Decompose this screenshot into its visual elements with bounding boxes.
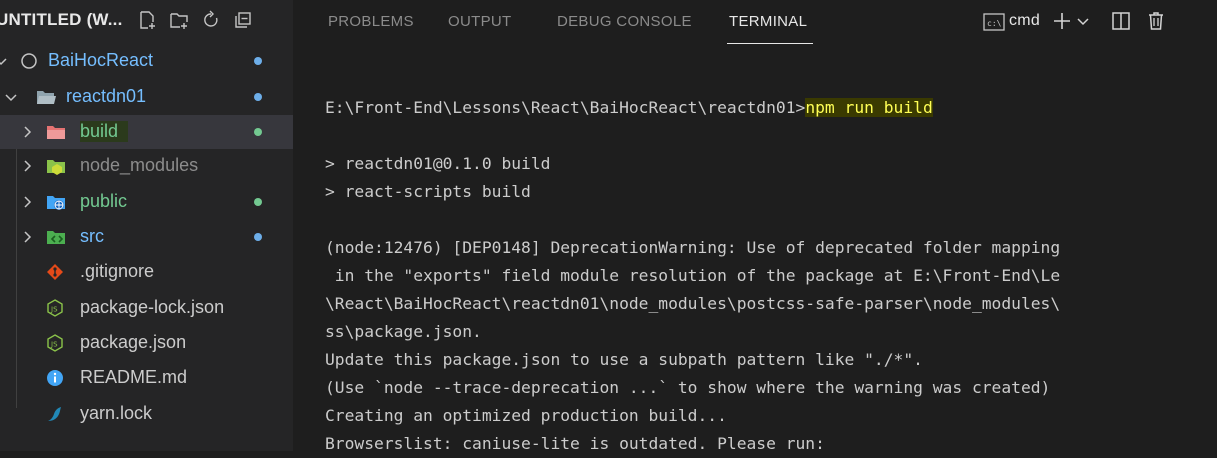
modified-dot — [254, 57, 262, 65]
terminal-command: npm run build — [805, 98, 933, 117]
trash-icon[interactable] — [1146, 11, 1166, 31]
terminal-line: in the "exports" field module resolution… — [325, 266, 1061, 285]
chevron-down-icon[interactable] — [0, 54, 8, 68]
terminal-output[interactable]: E:\Front-End\Lessons\React\BaiHocReact\r… — [325, 94, 1060, 458]
modified-dot — [254, 93, 262, 101]
terminal-line: > react-scripts build — [325, 182, 531, 201]
tab-output[interactable]: OUTPUT — [448, 13, 511, 30]
tree-item-label: build — [80, 121, 129, 142]
tree-item-yarn-lock[interactable]: yarn.lock — [0, 397, 293, 431]
new-file-icon[interactable] — [137, 10, 157, 30]
tree-item-readme[interactable]: README.md — [0, 361, 293, 395]
tree-item-label: reactdn01 — [66, 86, 147, 106]
modified-dot — [254, 233, 262, 241]
chevron-right-icon[interactable] — [20, 195, 34, 209]
nodejs-icon: JS — [47, 334, 63, 352]
node-folder-icon — [47, 160, 65, 175]
collapse-all-icon[interactable] — [233, 10, 253, 30]
tree-item-label: public — [80, 191, 128, 211]
svg-text:JS: JS — [50, 341, 58, 349]
build-folder-icon — [47, 126, 65, 139]
tree-item-label: package.json — [80, 332, 187, 352]
bottom-panel: PROBLEMS OUTPUT DEBUG CONSOLE TERMINAL c… — [293, 0, 1217, 453]
modified-dot — [254, 128, 262, 136]
explorer-sidebar: UNTITLED (W... BaiHocReact reactdn01 bui… — [0, 0, 293, 451]
svg-text:JS: JS — [50, 306, 58, 314]
public-folder-icon — [47, 196, 65, 210]
tree-item-label: .gitignore — [80, 261, 155, 281]
yarn-icon — [48, 407, 61, 421]
git-icon — [47, 264, 63, 280]
active-tab-indicator — [727, 43, 813, 44]
chevron-down-icon[interactable] — [1076, 11, 1090, 31]
chevron-right-icon[interactable] — [20, 230, 34, 244]
tree-item-gitignore[interactable]: .gitignore — [0, 255, 293, 289]
explorer-header: UNTITLED (W... — [0, 0, 293, 40]
chevron-right-icon[interactable] — [20, 159, 34, 173]
terminal-line: (Use `node --trace-deprecation ...` to s… — [325, 378, 1051, 397]
tree-item-label: src — [80, 226, 104, 246]
tree-item-src[interactable]: src — [0, 220, 293, 254]
tree-item-node-modules[interactable]: node_modules — [0, 149, 293, 183]
modified-dot — [254, 198, 262, 206]
tab-problems[interactable]: PROBLEMS — [328, 13, 414, 30]
explorer-actions — [137, 10, 253, 30]
tree-item-build[interactable]: build — [0, 115, 293, 149]
add-terminal-icon[interactable] — [1052, 11, 1072, 31]
panel-tabs: PROBLEMS OUTPUT DEBUG CONSOLE TERMINAL c… — [293, 0, 1217, 44]
terminal-line: Creating an optimized production build..… — [325, 406, 727, 425]
tree-item-label: README.md — [80, 367, 188, 387]
split-terminal-icon[interactable] — [1111, 11, 1131, 31]
src-folder-icon — [47, 231, 65, 244]
tab-debug-console[interactable]: DEBUG CONSOLE — [557, 13, 692, 30]
tree-item-package-lock[interactable]: JS package-lock.json — [0, 291, 293, 325]
root-folder-icon — [21, 53, 37, 69]
terminal-profile-label[interactable]: cmd — [1009, 12, 1040, 30]
tab-terminal[interactable]: TERMINAL — [729, 13, 807, 30]
terminal-cmd-icon: c:\ — [983, 13, 1005, 31]
tree-item-baihocreact[interactable]: BaiHocReact — [0, 44, 293, 78]
tree-item-reactdn01[interactable]: reactdn01 — [0, 80, 293, 114]
terminal-line: \React\BaiHocReact\reactdn01\node_module… — [325, 294, 1061, 313]
folder-open-icon — [37, 91, 56, 104]
terminal-line: (node:12476) [DEP0148] DeprecationWarnin… — [325, 238, 1061, 257]
tree-item-package-json[interactable]: JS package.json — [0, 326, 293, 360]
terminal-line: ss\package.json. — [325, 322, 482, 341]
terminal-line: > reactdn01@0.1.0 build — [325, 154, 551, 173]
svg-text:c:\: c:\ — [987, 19, 1002, 28]
tree-item-label: yarn.lock — [80, 403, 153, 423]
terminal-line: Browserslist: caniuse-lite is outdated. … — [325, 434, 825, 453]
chevron-down-icon[interactable] — [4, 90, 18, 104]
tree-item-label: node_modules — [80, 155, 199, 175]
tree-item-label: package-lock.json — [80, 297, 225, 317]
chevron-right-icon[interactable] — [20, 125, 34, 139]
terminal-prompt: E:\Front-End\Lessons\React\BaiHocReact\r… — [325, 98, 806, 117]
info-icon — [47, 370, 63, 386]
tree-item-public[interactable]: public — [0, 185, 293, 219]
new-folder-icon[interactable] — [169, 10, 189, 30]
nodejs-icon: JS — [47, 299, 63, 317]
terminal-line: Update this package.json to use a subpat… — [325, 350, 923, 369]
tree-item-label: BaiHocReact — [48, 50, 154, 70]
workspace-title[interactable]: UNTITLED (W... — [0, 10, 123, 30]
refresh-icon[interactable] — [201, 10, 221, 30]
